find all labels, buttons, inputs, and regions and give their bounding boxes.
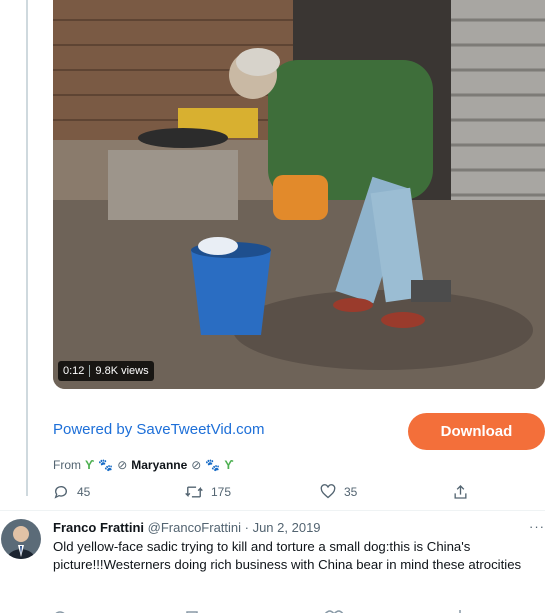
video-views: 9.8K views (95, 365, 149, 377)
powered-by-link[interactable]: Powered by SaveTweetVid.com (53, 421, 265, 438)
reply-action[interactable]: 45 (53, 484, 90, 500)
from-user-name[interactable]: Maryanne (131, 458, 187, 472)
tweet-actions: 45 175 35 (0, 484, 545, 502)
prohibited-icon: ⊘ (191, 458, 202, 472)
download-button[interactable]: Download (408, 413, 545, 450)
retweet-count: 175 (211, 485, 232, 499)
prohibited-icon: ⊘ (117, 458, 128, 472)
video-stats-divider (89, 365, 91, 377)
next-tweet-actions (0, 603, 545, 613)
share-icon (454, 485, 467, 499)
reply-icon (54, 486, 67, 499)
paw-icon: 🐾 (98, 458, 114, 472)
tweet-divider (0, 510, 545, 511)
retweet-icon (185, 486, 203, 498)
from-prefix: From (53, 458, 81, 472)
tweet-meta[interactable]: @FrancoFrattini · Jun 2, 2019 (148, 520, 321, 535)
paw-icon: 🐾 (205, 458, 221, 472)
video-frame (53, 0, 545, 389)
reply-count: 45 (77, 485, 91, 499)
thread-line (26, 0, 28, 496)
tweet-text: Old yellow-face sadic trying to kill and… (53, 539, 522, 572)
more-options-icon[interactable]: ··· (529, 519, 545, 534)
tweet-author[interactable]: Franco Frattini (53, 520, 144, 535)
video-duration: 0:12 (63, 365, 85, 377)
like-action[interactable]: 35 (320, 484, 357, 499)
video-stats: 0:12 9.8K views (58, 361, 154, 381)
heart-icon (320, 484, 336, 499)
retweet-action[interactable]: 175 (185, 484, 231, 500)
avatar-image (1, 519, 41, 559)
tweet-header: Franco Frattini @FrancoFrattini · Jun 2,… (53, 520, 321, 535)
from-line: From ϒ 🐾 ⊘ Maryanne ⊘ 🐾 ϒ (53, 458, 234, 472)
like-count: 35 (344, 484, 358, 499)
sprout-icon: ϒ (224, 458, 234, 472)
avatar[interactable] (1, 519, 41, 559)
video-player[interactable] (53, 0, 545, 389)
share-action[interactable] (453, 484, 468, 500)
next-tweet-action-icons (55, 610, 461, 613)
sprout-icon: ϒ (85, 458, 95, 472)
